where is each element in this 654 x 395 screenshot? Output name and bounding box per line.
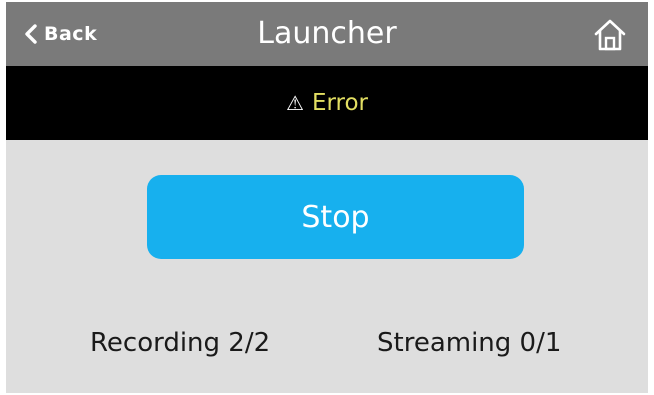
- streaming-counter: Streaming 0/1: [377, 328, 562, 358]
- status-text: Error: [311, 90, 368, 116]
- home-button[interactable]: [592, 17, 628, 53]
- recording-counter: Recording 2/2: [90, 328, 271, 358]
- home-icon: [594, 19, 626, 51]
- header-bar: Back Launcher: [6, 2, 648, 66]
- back-label: Back: [44, 23, 98, 45]
- status-bar: ⚠ Error: [6, 66, 648, 140]
- launcher-screen: Back Launcher ⚠ Error Stop Recording 2/2…: [6, 2, 648, 393]
- stop-button[interactable]: Stop: [147, 175, 524, 259]
- page-title: Launcher: [257, 16, 397, 51]
- warning-icon: ⚠: [286, 91, 304, 115]
- back-button[interactable]: Back: [24, 2, 97, 66]
- chevron-left-icon: [25, 24, 37, 44]
